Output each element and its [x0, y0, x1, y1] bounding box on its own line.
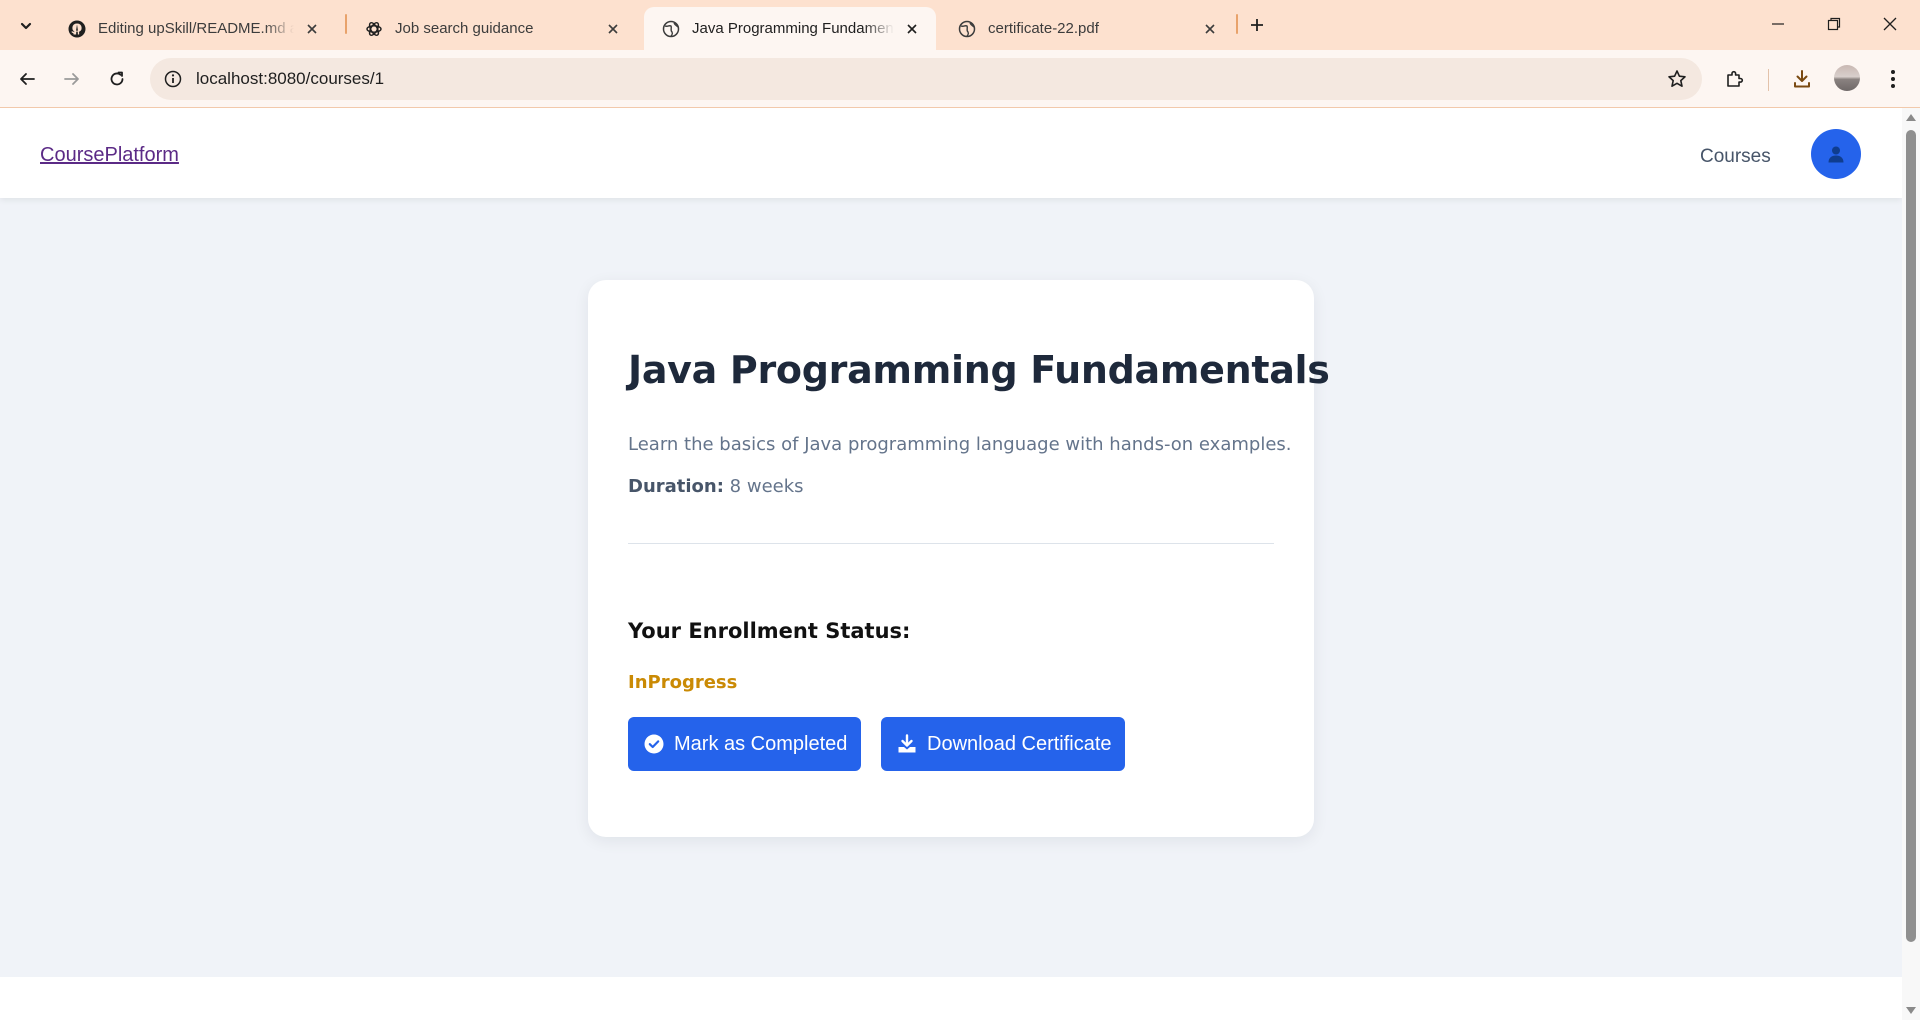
tab-strip: Editing upSkill/README.md at main Job se…: [0, 0, 1920, 50]
scroll-down-arrow-icon[interactable]: [1906, 1007, 1916, 1014]
globe-icon: [958, 20, 976, 38]
tab-title: Editing upSkill/README.md at main: [98, 20, 294, 37]
tab-certificate-pdf[interactable]: certificate-22.pdf: [940, 7, 1234, 50]
page-scrollbar[interactable]: [1902, 108, 1920, 1020]
reload-icon: [110, 71, 124, 86]
close-icon[interactable]: [603, 19, 623, 39]
close-window-button[interactable]: [1862, 0, 1918, 48]
duration-value: 8 weeks: [729, 476, 804, 497]
user-icon: [1828, 146, 1844, 163]
tab-separator: [1236, 14, 1238, 34]
tab-title: Java Programming Fundamentals: [692, 20, 894, 37]
tab-search-button[interactable]: [10, 10, 42, 42]
site-info-icon[interactable]: [162, 68, 184, 90]
close-icon[interactable]: [1200, 19, 1220, 39]
scrollbar-thumb[interactable]: [1906, 130, 1916, 942]
tab-title: certificate-22.pdf: [988, 20, 1099, 37]
minimize-icon: [1772, 23, 1784, 25]
profile-avatar[interactable]: [1834, 65, 1860, 91]
course-duration: Duration: 8 weeks: [628, 476, 804, 497]
arrow-right-icon: [64, 73, 79, 85]
address-bar[interactable]: localhost:8080/courses/1: [150, 58, 1702, 100]
forward-button[interactable]: [55, 62, 89, 96]
close-icon: [1883, 17, 1897, 31]
minimize-button[interactable]: [1750, 0, 1806, 48]
download-icon: [1794, 70, 1810, 88]
site-navbar: CoursePlatform Courses: [0, 108, 1902, 198]
browser-toolbar: localhost:8080/courses/1: [0, 50, 1920, 108]
card-divider: [628, 543, 1274, 544]
download-icon: [897, 734, 917, 754]
restore-icon: [1827, 17, 1841, 31]
page-footer: [0, 977, 1902, 1020]
tab-java-course[interactable]: Java Programming Fundamentals: [644, 7, 936, 50]
plus-icon: [1251, 19, 1263, 31]
download-certificate-label: Download Certificate: [927, 732, 1112, 755]
puzzle-icon: [1727, 70, 1744, 87]
globe-icon: [662, 20, 680, 38]
more-vertical-icon: [1891, 70, 1895, 88]
chevron-down-icon: [20, 22, 32, 30]
duration-label: Duration:: [628, 476, 724, 497]
tab-job-search[interactable]: Job search guidance: [347, 7, 637, 50]
scroll-up-arrow-icon[interactable]: [1906, 114, 1916, 121]
toolbar-separator: [1768, 69, 1769, 91]
check-circle-icon: [644, 734, 664, 754]
course-card: Java Programming Fundamentals Learn the …: [588, 280, 1330, 837]
nav-link-courses[interactable]: Courses: [1700, 146, 1771, 168]
enrollment-status-heading: Your Enrollment Status:: [628, 619, 911, 643]
page-viewport: CoursePlatform Courses Java Programming …: [0, 108, 1902, 1020]
mark-completed-label: Mark as Completed: [674, 732, 848, 755]
enrollment-status-value: InProgress: [628, 672, 738, 693]
tab-title: Job search guidance: [395, 20, 534, 37]
brand-link[interactable]: CoursePlatform: [40, 144, 179, 167]
user-avatar-button[interactable]: [1811, 129, 1861, 179]
course-description: Learn the basics of Java programming lan…: [628, 434, 1292, 455]
restore-button[interactable]: [1806, 0, 1862, 48]
downloads-button[interactable]: [1785, 62, 1819, 96]
extensions-button[interactable]: [1718, 62, 1752, 96]
browser-menu-button[interactable]: [1876, 62, 1910, 96]
url-text[interactable]: localhost:8080/courses/1: [196, 69, 384, 89]
download-certificate-button[interactable]: Download Certificate: [881, 717, 1125, 771]
close-icon[interactable]: [302, 19, 322, 39]
tab-github-readme[interactable]: Editing upSkill/README.md at main: [50, 7, 336, 50]
course-title: Java Programming Fundamentals: [628, 348, 1330, 392]
github-icon: [68, 20, 86, 38]
close-icon[interactable]: [902, 19, 922, 39]
bookmark-star-icon[interactable]: [1666, 68, 1688, 90]
mark-completed-button[interactable]: Mark as Completed: [628, 717, 861, 771]
reload-button[interactable]: [100, 62, 134, 96]
new-tab-button[interactable]: [1242, 10, 1272, 40]
arrow-left-icon: [20, 73, 35, 85]
back-button[interactable]: [10, 62, 44, 96]
chatgpt-icon: [365, 20, 383, 38]
